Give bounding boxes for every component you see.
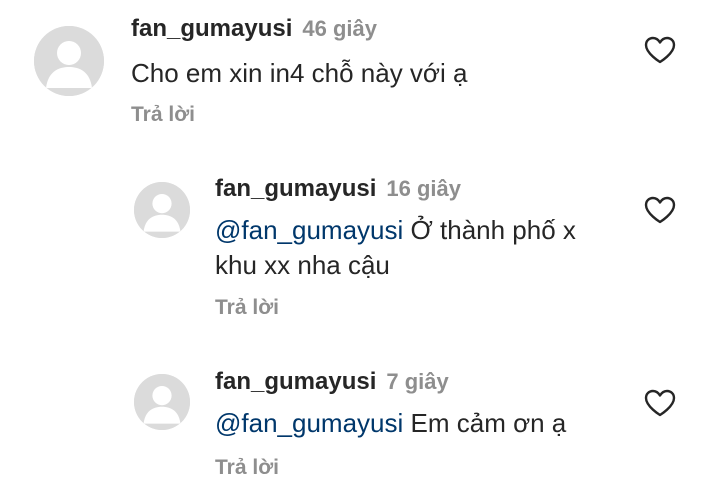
reply-button[interactable]: Trả lời — [215, 457, 279, 478]
reply-button[interactable]: Trả lời — [215, 297, 279, 318]
avatar[interactable] — [34, 26, 104, 96]
heart-icon[interactable] — [644, 389, 676, 417]
comment-text: @fan_gumayusi Em cảm ơn ạ — [215, 406, 605, 441]
heart-icon[interactable] — [644, 36, 676, 64]
comment-text: Cho em xin in4 chỗ này với ạ — [131, 56, 611, 91]
comment-header: fan_gumayusi 46 giây — [131, 17, 377, 41]
heart-icon[interactable] — [644, 196, 676, 224]
comment-header: fan_gumayusi 7 giây — [215, 370, 449, 394]
default-avatar-icon — [34, 26, 104, 96]
default-avatar-icon — [134, 374, 190, 430]
comment-body: Em cảm ơn ạ — [403, 408, 567, 438]
avatar[interactable] — [134, 182, 190, 238]
avatar[interactable] — [134, 374, 190, 430]
username[interactable]: fan_gumayusi — [215, 175, 376, 202]
mention-link[interactable]: @fan_gumayusi — [215, 215, 403, 245]
username[interactable]: fan_gumayusi — [131, 15, 292, 42]
reply-button[interactable]: Trả lời — [131, 104, 195, 125]
default-avatar-icon — [134, 182, 190, 238]
timestamp: 7 giây — [386, 369, 449, 394]
comment-body: Cho em xin in4 chỗ này với ạ — [131, 58, 468, 88]
timestamp: 16 giây — [386, 176, 461, 201]
comment-text: @fan_gumayusi Ở thành phố x khu xx nha c… — [215, 213, 605, 283]
comment-header: fan_gumayusi 16 giây — [215, 177, 461, 201]
mention-link[interactable]: @fan_gumayusi — [215, 408, 403, 438]
username[interactable]: fan_gumayusi — [215, 368, 376, 395]
timestamp: 46 giây — [302, 16, 377, 41]
